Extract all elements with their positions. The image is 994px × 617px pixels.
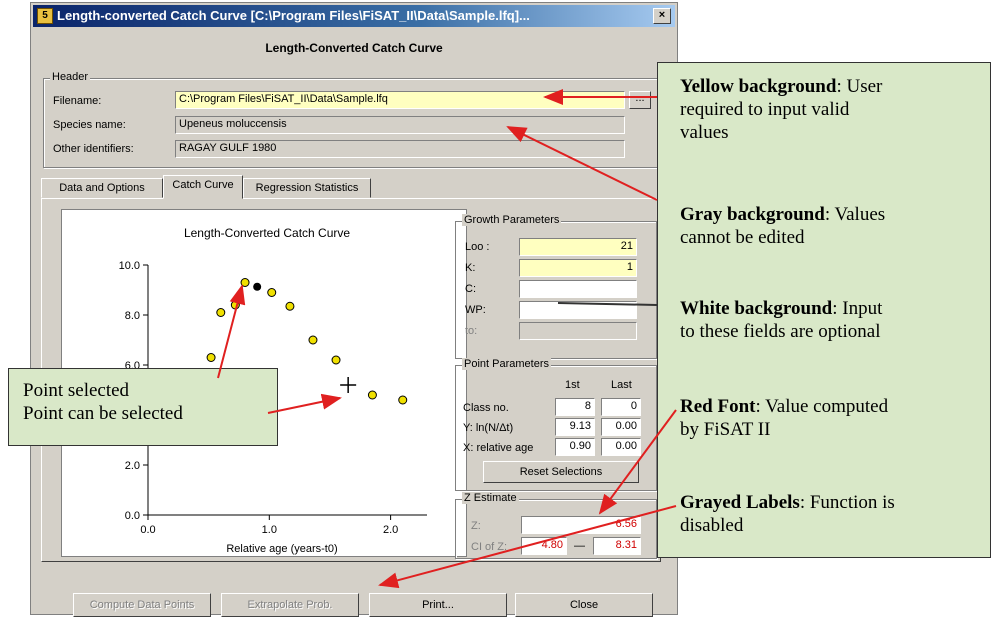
yellow-background-note: Yellow background: User required to inpu… [680,76,883,143]
class-last-field[interactable]: 0 [601,398,641,416]
extrapolate-prob-button: Extrapolate Prob. [221,593,359,617]
data-point[interactable] [285,301,295,311]
wp-field[interactable] [519,301,637,319]
species-field: Upeneus moluccensis [175,116,625,134]
x-axis-title: Relative age (years-t0) [226,543,337,555]
y-tick-label: 2.0 [125,460,140,472]
browse-button[interactable]: ... [629,91,651,109]
col-last-label: Last [611,379,632,391]
class-no-label: Class no. [463,402,509,414]
selected-data-point[interactable] [253,282,262,291]
tab-catch-curve[interactable]: Catch Curve [163,175,243,199]
point-callout-text: Point selected Point can be selected [23,380,183,424]
data-point[interactable] [216,308,226,317]
header-group-label: Header [50,71,91,83]
x-tick-label: 1.0 [262,524,277,536]
gray-background-note: Gray background: Values cannot be edited [680,204,886,248]
y-tick-label: 0.0 [125,510,140,522]
y-last-field[interactable]: 0.00 [601,418,641,436]
point-parameters-label: Point Parameters [462,358,551,370]
x-first-field[interactable]: 0.90 [555,438,595,456]
data-point[interactable] [240,278,250,287]
data-point[interactable] [267,288,277,297]
z-estimate-label: Z Estimate [462,492,519,504]
dialog-heading: Length-Converted Catch Curve [265,41,443,55]
title-bar[interactable]: 5 Length-converted Catch Curve [C:\Progr… [33,5,675,27]
catch-curve-window: 5 Length-converted Catch Curve [C:\Progr… [30,2,678,617]
data-point[interactable] [308,335,318,345]
k-label: K: [465,262,476,274]
class-first-field[interactable]: 8 [555,398,595,416]
data-point[interactable] [331,355,341,365]
print-button[interactable]: Print... [369,593,507,617]
x-tick-label: 0.0 [140,524,155,536]
point-callout: Point selected Point can be selected [8,368,278,446]
t0-label: to: [465,325,478,337]
crosshair-cursor [340,377,357,393]
k-field[interactable]: 1 [519,259,637,277]
tab-regression-statistics[interactable]: Regression Statistics [243,178,371,198]
y-tick-label: 8.0 [125,310,140,322]
y-tick-label: 10.0 [119,260,140,272]
x-tick-label: 2.0 [383,524,398,536]
z-value-field: 6.56 [521,516,641,534]
data-point[interactable] [398,395,408,405]
data-point[interactable] [367,390,377,400]
close-icon[interactable]: × [653,8,671,24]
wp-label: WP: [465,304,486,316]
ci-low-field: 4.80 [521,537,567,555]
tab-data-and-options[interactable]: Data and Options [41,178,163,198]
c-label: C: [465,283,476,295]
linf-label: Loo : [465,241,490,253]
filename-field[interactable]: C:\Program Files\FiSAT_II\Data\Sample.lf… [175,91,625,109]
y-first-field[interactable]: 9.13 [555,418,595,436]
col-first-label: 1st [565,379,580,391]
linf-field[interactable]: 21 [519,238,637,256]
y-ln-label: Y: ln(N/Δt) [463,422,514,434]
species-label: Species name: [53,119,126,131]
t0-field [519,322,637,340]
x-relative-age-label: X: relative age [463,442,534,454]
grayed-labels-note: Grayed Labels: Function is disabled [680,492,895,536]
ci-of-z-label: CI of Z: [471,541,508,553]
c-field[interactable] [519,280,637,298]
other-identifiers-field: RAGAY GULF 1980 [175,140,625,158]
filename-label: Filename: [53,95,102,107]
x-last-field[interactable]: 0.00 [601,438,641,456]
chart-title: Length-Converted Catch Curve [184,226,350,240]
z-label: Z: [471,520,481,532]
legend-callout: Yellow background: User required to inpu… [657,62,991,558]
data-point[interactable] [230,300,240,310]
white-background-note: White background: Input to these fields … [680,298,883,342]
window-title: Length-converted Catch Curve [C:\Program… [57,8,530,23]
app-icon: 5 [37,8,53,24]
ci-separator: — [574,540,585,552]
reset-selections-button[interactable]: Reset Selections [483,461,639,483]
data-point[interactable] [206,353,216,362]
ci-high-field: 8.31 [593,537,641,555]
growth-parameters-label: Growth Parameters [462,214,562,226]
compute-data-points-button: Compute Data Points [73,593,211,617]
other-identifiers-label: Other identifiers: [53,143,134,155]
close-button[interactable]: Close [515,593,653,617]
red-font-note: Red Font: Value computed by FiSAT II [680,396,889,440]
